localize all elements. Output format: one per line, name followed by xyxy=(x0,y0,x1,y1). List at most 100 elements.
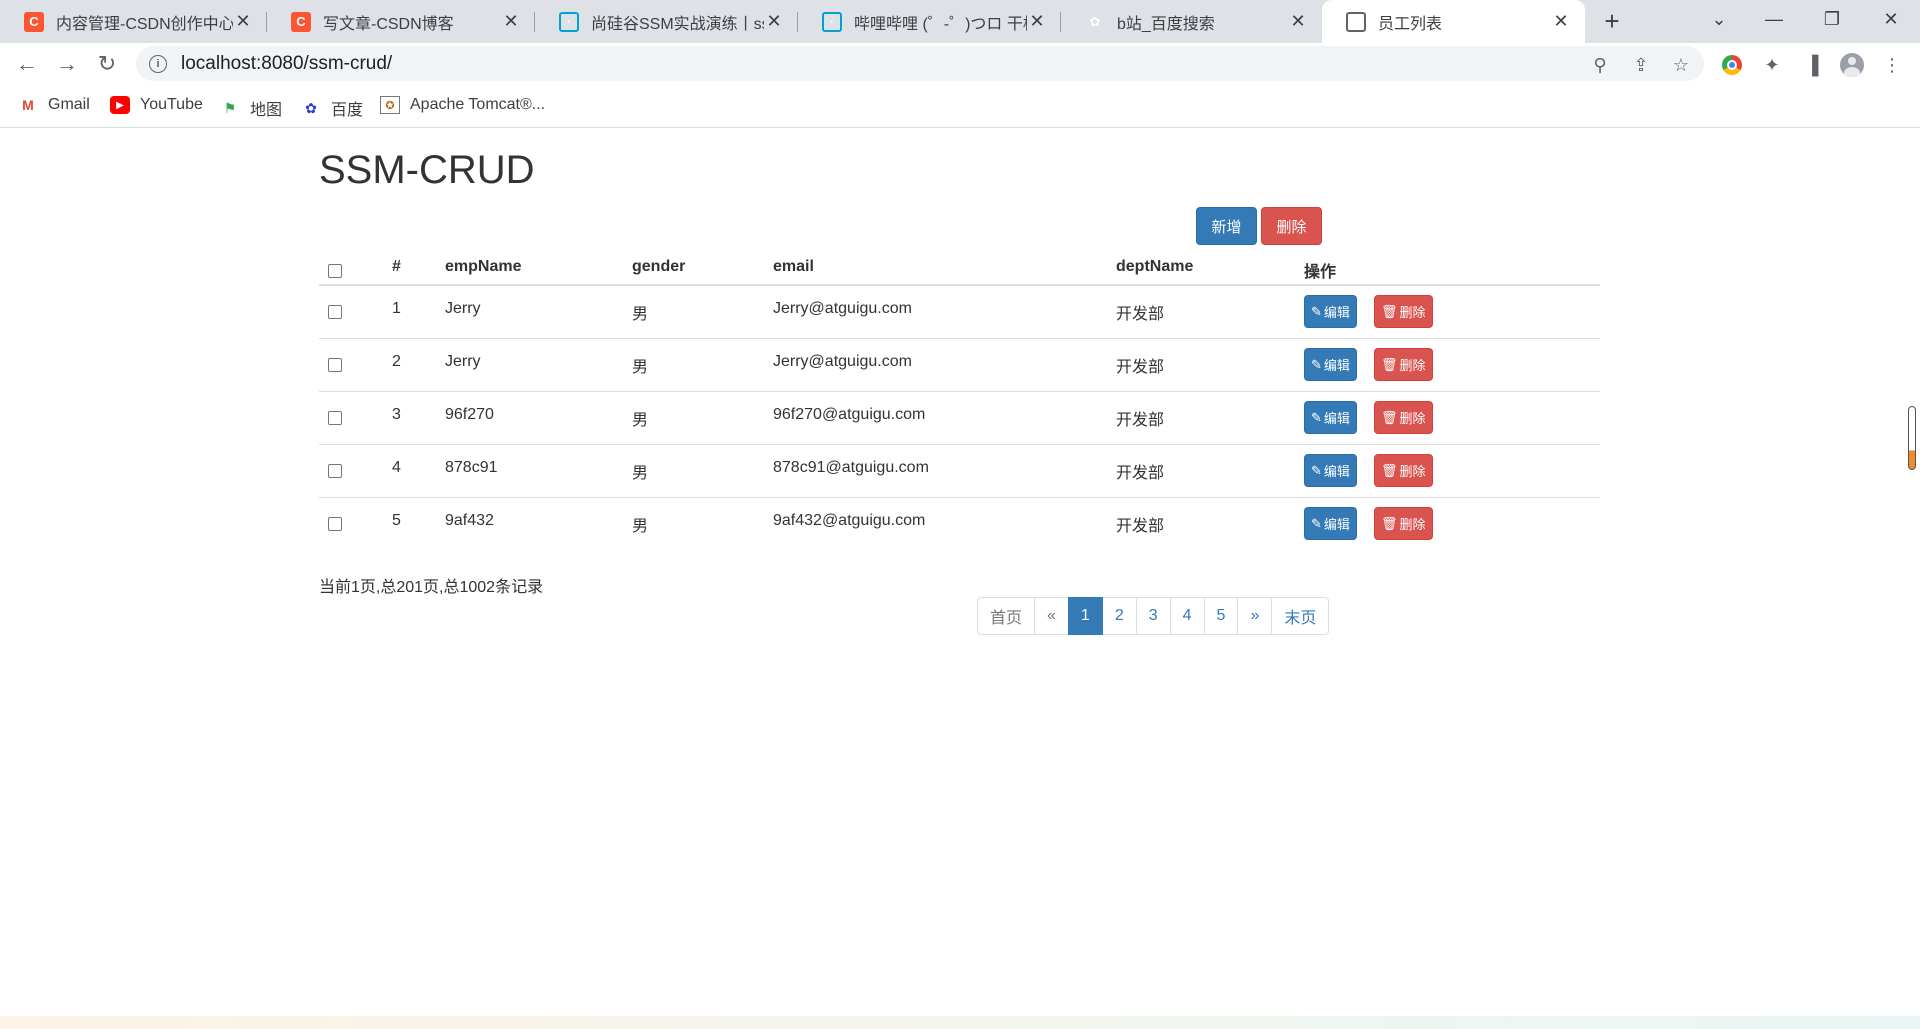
new-tab-button[interactable]: + xyxy=(1597,6,1627,36)
row-checkbox[interactable] xyxy=(328,517,342,531)
bookmark-tomcat[interactable]: ✪ Apache Tomcat®... xyxy=(380,96,545,114)
pagination-page-2[interactable]: 2 xyxy=(1101,597,1137,635)
cell-gender: 男 xyxy=(632,306,649,323)
delete-button[interactable]: 🗑 删除 xyxy=(1374,295,1433,328)
pencil-icon: ✎ xyxy=(1311,303,1322,319)
edit-button[interactable]: ✎ 编辑 xyxy=(1304,348,1357,381)
address-bar[interactable]: i localhost:8080/ssm-crud/ ⚲ ⇪ ☆ xyxy=(136,46,1704,81)
bookmark-maps[interactable]: ⚑ 地图 xyxy=(220,96,282,120)
tab-employee-list[interactable]: 员工列表 ✕ xyxy=(1322,0,1585,43)
side-panel-icon[interactable]: ▐ xyxy=(1800,53,1824,77)
tab-title: 写文章-CSDN博客 xyxy=(323,15,454,33)
tab-bilibili[interactable]: · 哔哩哔哩 (゜-゜)つロ 干杯~ ✕ xyxy=(798,0,1061,43)
trash-icon: 🗑 xyxy=(1381,462,1398,478)
row-checkbox[interactable] xyxy=(328,411,342,425)
delete-selected-button[interactable]: 删除 xyxy=(1261,207,1322,245)
row-checkbox[interactable] xyxy=(328,464,342,478)
cell-deptname: 开发部 xyxy=(1116,518,1165,535)
menu-icon[interactable]: ⋮ xyxy=(1880,53,1904,77)
select-all-checkbox[interactable] xyxy=(328,264,342,278)
cell-empname: Jerry xyxy=(445,353,481,370)
close-icon[interactable]: ✕ xyxy=(1027,11,1047,32)
delete-button[interactable]: 🗑 删除 xyxy=(1374,454,1433,487)
cell-deptname: 开发部 xyxy=(1116,412,1165,429)
cell-id: 1 xyxy=(392,300,401,317)
gmail-icon: M xyxy=(22,97,34,113)
add-employee-button[interactable]: 新增 xyxy=(1196,207,1257,245)
bookmark-gmail[interactable]: M Gmail xyxy=(18,96,90,114)
row-checkbox[interactable] xyxy=(328,358,342,372)
chrome-extension-icon[interactable] xyxy=(1720,53,1744,77)
delete-button[interactable]: 🗑 删除 xyxy=(1374,401,1433,434)
pencil-icon: ✎ xyxy=(1311,515,1322,531)
column-header-gender: gender xyxy=(632,258,686,275)
delete-button[interactable]: 🗑 删除 xyxy=(1374,507,1433,540)
edit-button[interactable]: ✎ 编辑 xyxy=(1304,454,1357,487)
back-button[interactable]: ← xyxy=(12,49,42,79)
edit-button[interactable]: ✎ 编辑 xyxy=(1304,401,1357,434)
pagination-page-5[interactable]: 5 xyxy=(1203,597,1239,635)
cell-email: 96f270@atguigu.com xyxy=(773,406,926,423)
column-header-email: email xyxy=(773,258,814,275)
tab-strip: C 内容管理-CSDN创作中心 ✕ C 写文章-CSDN博客 ✕ · 尚硅谷SS… xyxy=(0,0,1920,43)
bookmark-label: 百度 xyxy=(331,102,364,119)
pagination-prev[interactable]: « xyxy=(1034,597,1069,635)
pagination-page-4[interactable]: 4 xyxy=(1169,597,1205,635)
tab-csdn-write[interactable]: C 写文章-CSDN博客 ✕ xyxy=(267,0,535,43)
bookmark-baidu[interactable]: ✿ 百度 xyxy=(301,96,363,120)
tab-baidu-search[interactable]: ✿ b站_百度搜索 ✕ xyxy=(1061,0,1322,43)
column-header-id: # xyxy=(392,258,401,275)
close-icon: ✕ xyxy=(1883,8,1899,29)
delete-button[interactable]: 🗑 删除 xyxy=(1374,348,1433,381)
bookmarks-bar: M Gmail ▶ YouTube ⚑ 地图 ✿ 百度 ✪ Apache Tom… xyxy=(0,84,1920,128)
pagination-page-1[interactable]: 1 xyxy=(1067,597,1103,635)
cell-id: 3 xyxy=(392,406,401,423)
bookmark-label: Gmail xyxy=(48,96,90,113)
trash-icon: 🗑 xyxy=(1381,515,1398,531)
pencil-icon: ✎ xyxy=(1311,356,1322,372)
cell-id: 5 xyxy=(392,512,401,529)
info-icon[interactable]: i xyxy=(149,54,167,73)
forward-button[interactable]: → xyxy=(52,49,82,79)
pagination-first[interactable]: 首页 xyxy=(977,597,1036,635)
close-icon[interactable]: ✕ xyxy=(233,11,253,32)
tab-search-button[interactable]: ⌄ xyxy=(1690,0,1748,38)
close-icon[interactable]: ✕ xyxy=(764,11,784,32)
pagination-page-3[interactable]: 3 xyxy=(1135,597,1171,635)
reload-button[interactable]: ↻ xyxy=(92,49,122,79)
pagination-next[interactable]: » xyxy=(1237,597,1273,635)
youtube-icon: ▶ xyxy=(110,96,130,114)
edit-button[interactable]: ✎ 编辑 xyxy=(1304,295,1357,328)
profile-button[interactable] xyxy=(1840,53,1864,77)
row-checkbox[interactable] xyxy=(328,305,342,319)
column-header-empname: empName xyxy=(445,258,522,275)
close-window-button[interactable]: ✕ xyxy=(1862,0,1920,38)
close-icon[interactable]: ✕ xyxy=(1551,11,1571,32)
edit-label: 编辑 xyxy=(1323,305,1350,320)
address-url[interactable]: localhost:8080/ssm-crud/ xyxy=(181,53,392,75)
pagination: 首页 « 1 2 3 4 5 » 末页 xyxy=(977,597,1330,635)
cell-deptname: 开发部 xyxy=(1116,465,1165,482)
close-icon[interactable]: ✕ xyxy=(501,11,521,32)
table-row: 2 Jerry 男 Jerry@atguigu.com 开发部 ✎ 编辑 🗑 删除 xyxy=(319,339,1600,392)
edit-button[interactable]: ✎ 编辑 xyxy=(1304,507,1357,540)
minimize-button[interactable]: — xyxy=(1745,0,1803,38)
edit-label: 编辑 xyxy=(1323,358,1350,373)
share-icon[interactable]: ⇪ xyxy=(1630,54,1652,76)
star-icon[interactable]: ☆ xyxy=(1670,54,1692,76)
close-icon[interactable]: ✕ xyxy=(1288,11,1308,32)
scrollbar-thumb[interactable] xyxy=(1908,406,1916,470)
table-row: 1 Jerry 男 Jerry@atguigu.com 开发部 ✎ 编辑 🗑 删除 xyxy=(319,286,1600,339)
cell-gender: 男 xyxy=(632,412,649,429)
zoom-icon[interactable]: ⚲ xyxy=(1589,54,1611,76)
page-content: SSM-CRUD 新增 删除 # empName gender email de… xyxy=(0,128,1920,1016)
bookmark-youtube[interactable]: ▶ YouTube xyxy=(110,96,203,114)
tab-csdn-content[interactable]: C 内容管理-CSDN创作中心 ✕ xyxy=(0,0,267,43)
globe-icon xyxy=(1346,11,1366,32)
pagination-last[interactable]: 末页 xyxy=(1271,597,1330,635)
tab-ssm-course[interactable]: · 尚硅谷SSM实战演练丨ssm ✕ xyxy=(535,0,798,43)
extensions-icon[interactable]: ✦ xyxy=(1760,53,1784,77)
restore-button[interactable]: ❐ xyxy=(1803,0,1861,38)
delete-label: 删除 xyxy=(1399,411,1426,426)
edit-label: 编辑 xyxy=(1323,411,1350,426)
